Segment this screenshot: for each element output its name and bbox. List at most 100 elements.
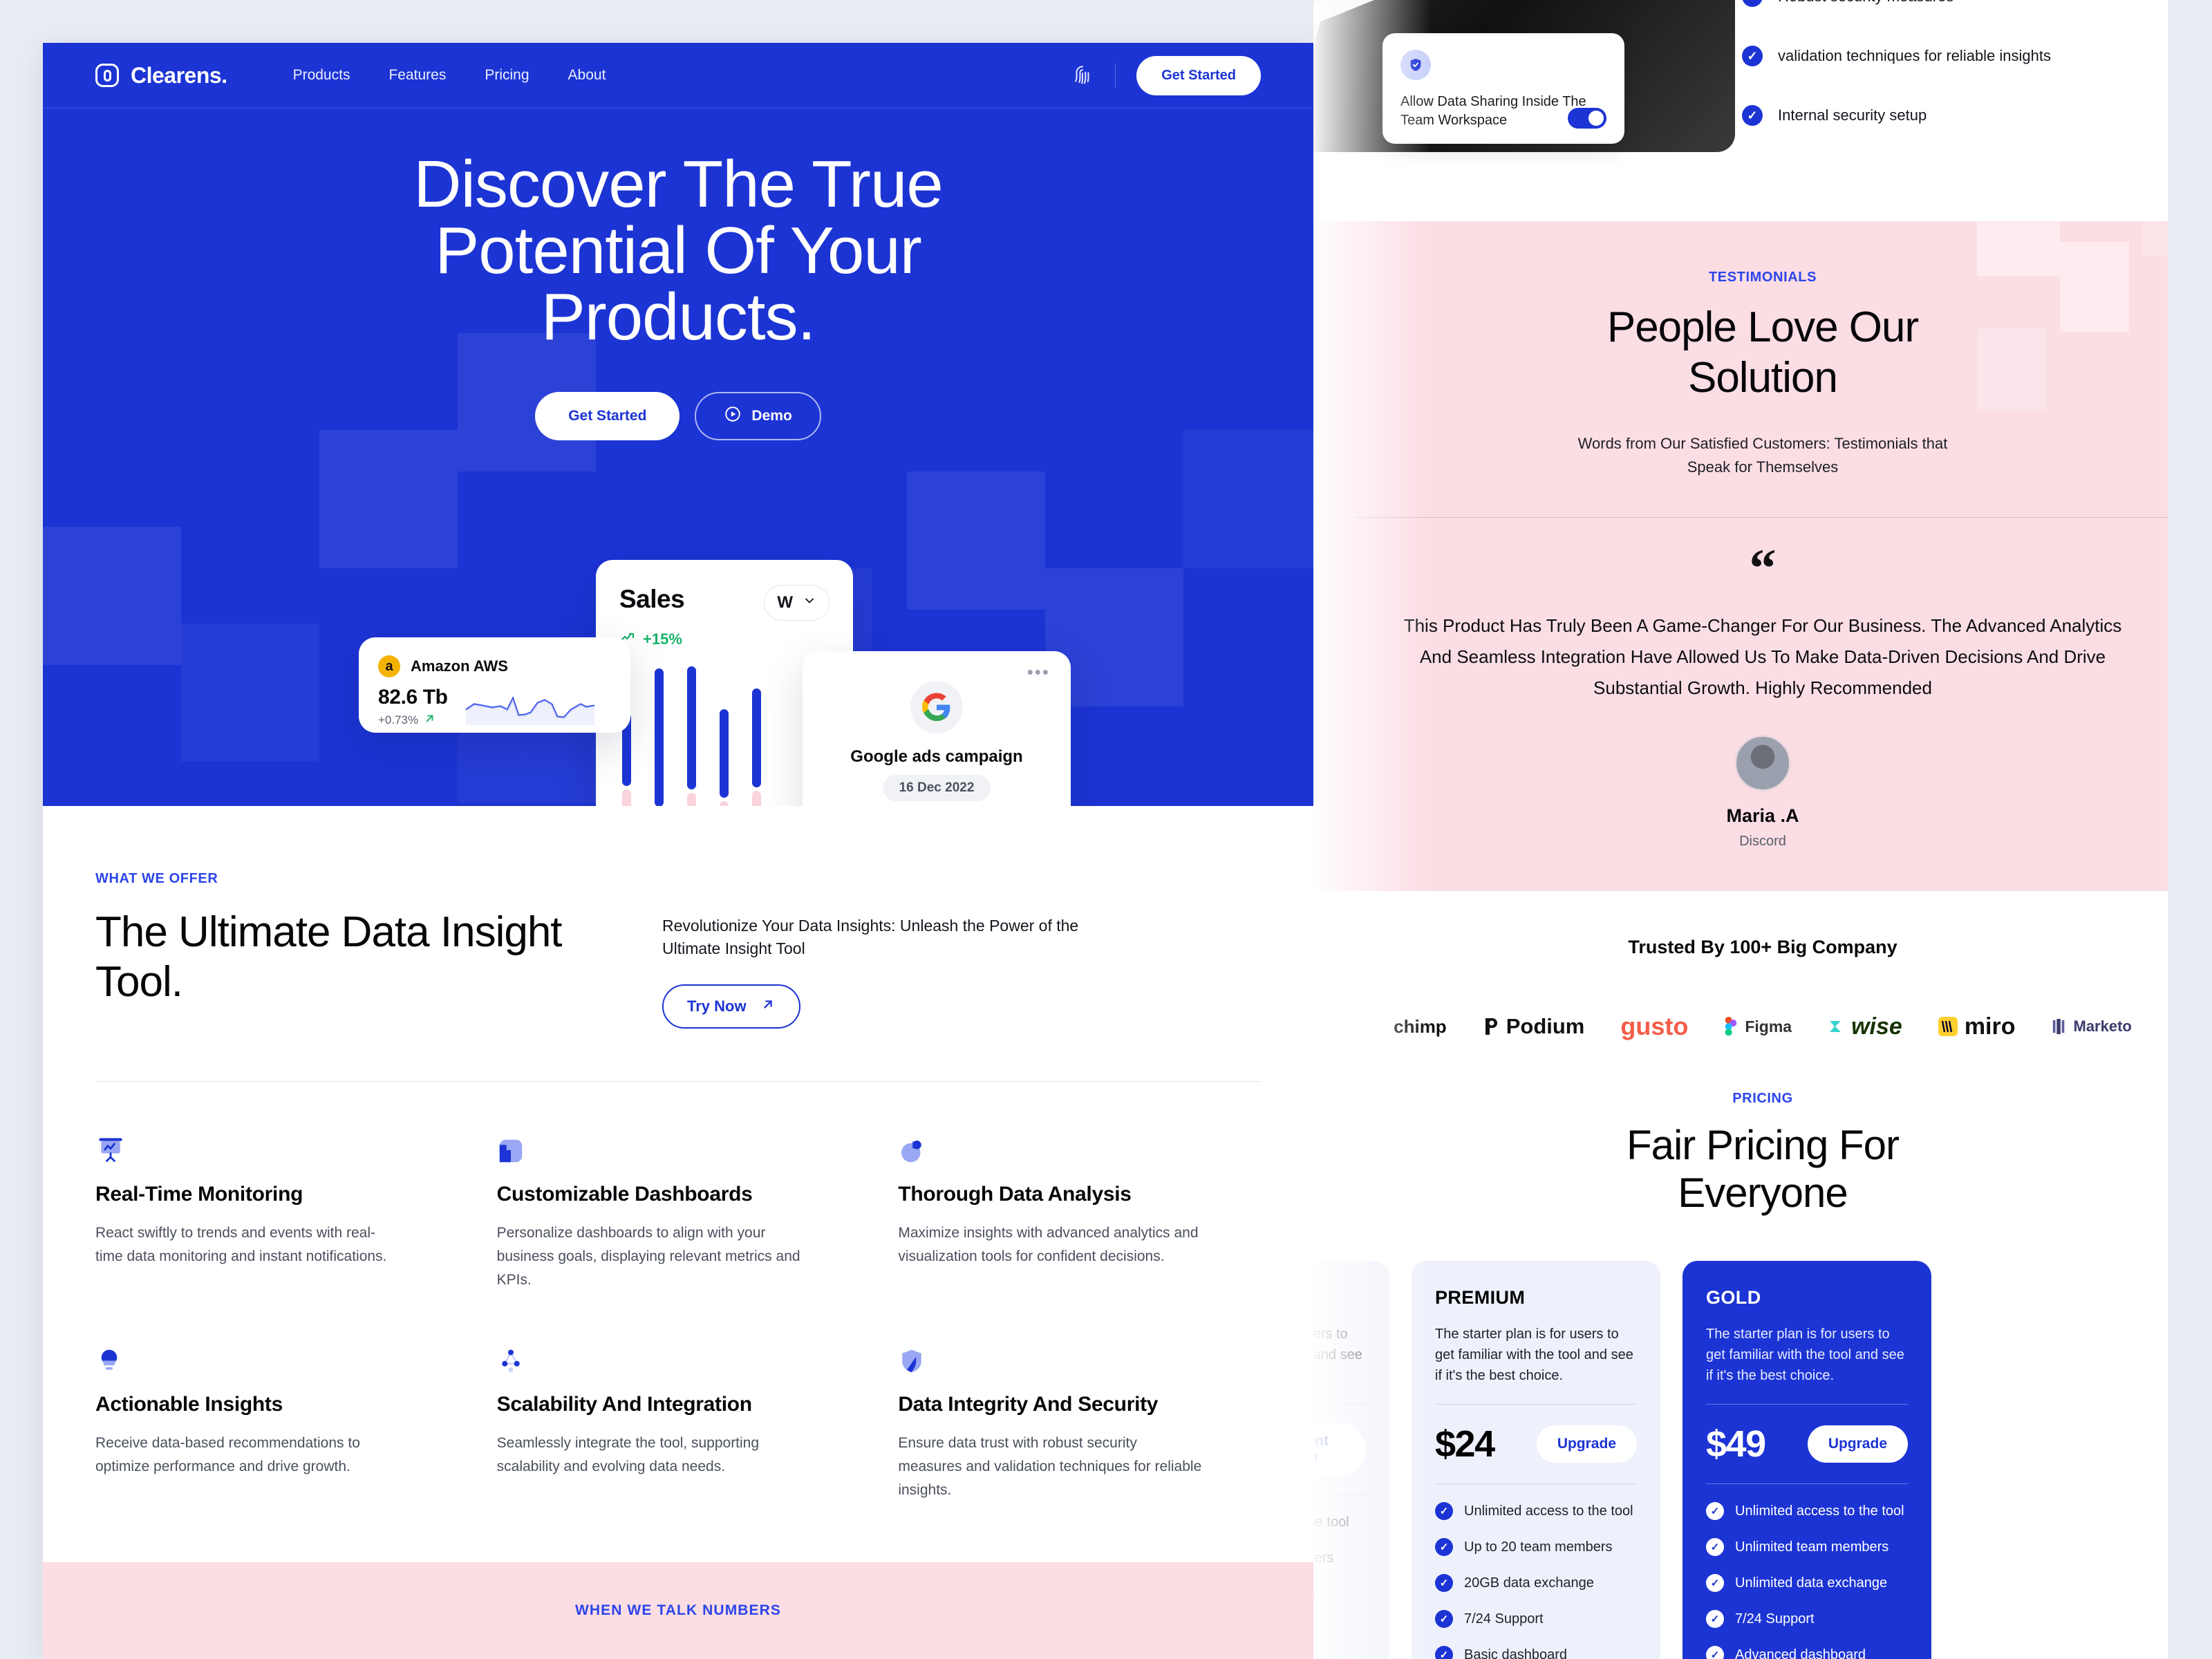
- pie-chart-icon: [898, 1132, 1261, 1165]
- security-list-item: ✓ Internal security setup: [1742, 105, 2051, 126]
- testimonials-divider: [1355, 516, 2171, 518]
- check-icon: ✓: [1706, 1574, 1724, 1593]
- bar-column: [687, 666, 696, 806]
- aws-card-title: Amazon AWS: [411, 657, 508, 675]
- sales-period-select[interactable]: W: [764, 585, 830, 621]
- get-started-button[interactable]: Get Started: [1136, 55, 1261, 95]
- logo-podium: Podium: [1483, 1014, 1584, 1039]
- plan-name: STARTER: [1313, 1287, 1366, 1309]
- feature-card-thorough-data-analysis: Thorough Data Analysis Maximize insights…: [898, 1132, 1261, 1292]
- security-section: Allow Data Sharing Inside The Team Works…: [1313, 0, 2212, 221]
- hero-demo-label: Demo: [751, 408, 792, 424]
- card-menu-icon[interactable]: •••: [823, 663, 1050, 681]
- check-icon: ✓: [1706, 1502, 1724, 1521]
- bar-column: [720, 709, 729, 806]
- data-sharing-card: Allow Data Sharing Inside The Team Works…: [1382, 33, 1624, 144]
- check-icon: ✓: [1706, 1538, 1724, 1557]
- nav-link-about[interactable]: About: [568, 67, 606, 84]
- trusted-heading: Trusted By 100+ Big Company: [1628, 937, 1897, 958]
- numbers-band: WHEN WE TALK NUMBERS: [43, 1562, 1313, 1659]
- offer-section: WHAT WE OFFER The Ultimate Data Insight …: [43, 806, 1313, 1029]
- feature-title: Real-Time Monitoring: [95, 1182, 303, 1206]
- sales-delta-value: +15%: [643, 630, 682, 648]
- presentation-chart-icon: [95, 1132, 458, 1165]
- offer-right-column: Revolutionize Your Data Insights: Unleas…: [662, 908, 1091, 1029]
- feature-title: Customizable Dashboards: [496, 1182, 753, 1206]
- page-canvas: Clearens. Products Features Pricing Abou…: [0, 0, 2212, 1659]
- amazon-aws-stat-card: a Amazon AWS 82.6 Tb +0.73%: [359, 637, 630, 733]
- company-logos: chimp Podium gusto Figma wise miro Marke…: [1313, 1012, 2212, 1041]
- aws-sparkline-chart: [465, 689, 596, 729]
- hero-demo-button[interactable]: Demo: [695, 392, 821, 440]
- check-icon: ✓: [1435, 1538, 1453, 1557]
- plan-feature: ✓ Advanced dashboard: [1706, 1646, 1908, 1659]
- plan-feature: ✓Up to 5 team members: [1313, 1549, 1366, 1567]
- plan-name: PREMIUM: [1435, 1287, 1526, 1309]
- nav-link-products[interactable]: Products: [293, 67, 350, 84]
- aws-card-header: a Amazon AWS: [378, 655, 611, 677]
- feature-card-actionable-insights: Actionable Insights Receive data-based r…: [95, 1342, 458, 1502]
- data-sharing-toggle[interactable]: [1568, 108, 1606, 129]
- plan-cta-button[interactable]: Upgrade: [1807, 1425, 1908, 1463]
- sales-period-value: W: [777, 593, 793, 612]
- pricing-card-gold: GOLD The starter plan is for users to ge…: [1683, 1261, 1931, 1659]
- check-icon: ✓: [1706, 1646, 1724, 1659]
- logo-miro: miro: [1938, 1013, 2016, 1040]
- plan-description: The starter plan is for users to get fam…: [1435, 1327, 1633, 1384]
- plan-feature: ✓Basic dashboard: [1435, 1646, 1637, 1659]
- aws-change: +0.73%: [378, 712, 448, 729]
- nav-divider: [1115, 64, 1116, 87]
- check-icon: ✓: [1435, 1610, 1453, 1629]
- try-now-button[interactable]: Try Now: [662, 984, 800, 1029]
- brand-name: Clearens.: [131, 62, 227, 88]
- plan-feature: ✓ Unlimited access to the tool: [1706, 1502, 1908, 1521]
- brand-logo[interactable]: Clearens.: [95, 63, 227, 88]
- sales-card-header: Sales W: [619, 585, 830, 621]
- feature-description: Receive data-based recommendations to op…: [95, 1434, 360, 1474]
- offer-heading: The Ultimate Data Insight Tool.: [95, 908, 563, 1006]
- feature-description: Ensure data trust with robust security m…: [898, 1434, 1202, 1498]
- logo-mark-icon: [95, 64, 119, 87]
- feature-card-data-integrity-and-security: Data Integrity And Security Ensure data …: [898, 1342, 1261, 1502]
- pricing-card-starter: STARTER The starter plan is for users to…: [1313, 1261, 1389, 1659]
- fingerprint-icon[interactable]: [1071, 64, 1094, 87]
- avatar: [1734, 735, 1791, 792]
- plan-features: ✓Limited access to the tool ✓Up to 5 tea…: [1313, 1513, 1366, 1659]
- secondary-page-panel: Allow Data Sharing Inside The Team Works…: [1313, 0, 2212, 1659]
- offer-paragraph: Revolutionize Your Data Insights: Unleas…: [662, 917, 1079, 958]
- feature-title: Thorough Data Analysis: [898, 1182, 1132, 1206]
- plan-price: $24: [1435, 1423, 1495, 1465]
- offer-eyebrow: WHAT WE OFFER: [95, 871, 218, 886]
- logo-wise: wise: [1828, 1013, 1902, 1040]
- shield-icon: [898, 1342, 1261, 1375]
- plan-feature: ✓ 7/24 Support: [1435, 1610, 1637, 1629]
- google-icon: [910, 681, 963, 733]
- feature-title: Actionable Insights: [95, 1392, 283, 1416]
- play-circle-icon: [724, 405, 742, 427]
- plan-divider: [1435, 1404, 1637, 1405]
- hero-get-started-button[interactable]: Get Started: [535, 392, 680, 440]
- plan-price-row: $24 Upgrade: [1435, 1423, 1637, 1465]
- feature-description: React swiftly to trends and events with …: [95, 1224, 387, 1264]
- pricing-eyebrow: PRICING: [1732, 1091, 1793, 1107]
- sales-delta: +15%: [619, 629, 830, 650]
- aws-change-value: +0.73%: [378, 713, 419, 727]
- plan-cta-button[interactable]: Current Plan: [1313, 1423, 1366, 1477]
- plan-divider: [1706, 1404, 1908, 1405]
- plan-name: GOLD: [1706, 1287, 1761, 1309]
- testimonials-content: TESTIMONIALS People Love Our Solution Wo…: [1313, 270, 2212, 480]
- logo-figma: Figma: [1724, 1016, 1792, 1037]
- testimonial-role: Discord: [1739, 834, 1786, 850]
- bar-column: [655, 668, 664, 806]
- nav-link-pricing[interactable]: Pricing: [485, 67, 529, 84]
- plan-price-row: Free Current Plan: [1313, 1423, 1366, 1477]
- plan-feature: ✓ Unlimited access to the tool: [1435, 1502, 1637, 1521]
- plan-cta-button[interactable]: Upgrade: [1536, 1425, 1637, 1463]
- plan-feature: ✓3GB data exchange: [1313, 1585, 1366, 1603]
- offer-grid: The Ultimate Data Insight Tool. Revoluti…: [95, 908, 1261, 1029]
- shield-check-icon: [1400, 50, 1431, 80]
- feature-card-real-time-monitoring: Real-Time Monitoring React swiftly to tr…: [95, 1132, 458, 1292]
- nav-link-features[interactable]: Features: [388, 67, 446, 84]
- hero-content: Discover The True Potential Of Your Prod…: [43, 109, 1313, 440]
- google-ads-campaign-card: ••• Google ads campaign 16 Dec 2022: [803, 651, 1071, 806]
